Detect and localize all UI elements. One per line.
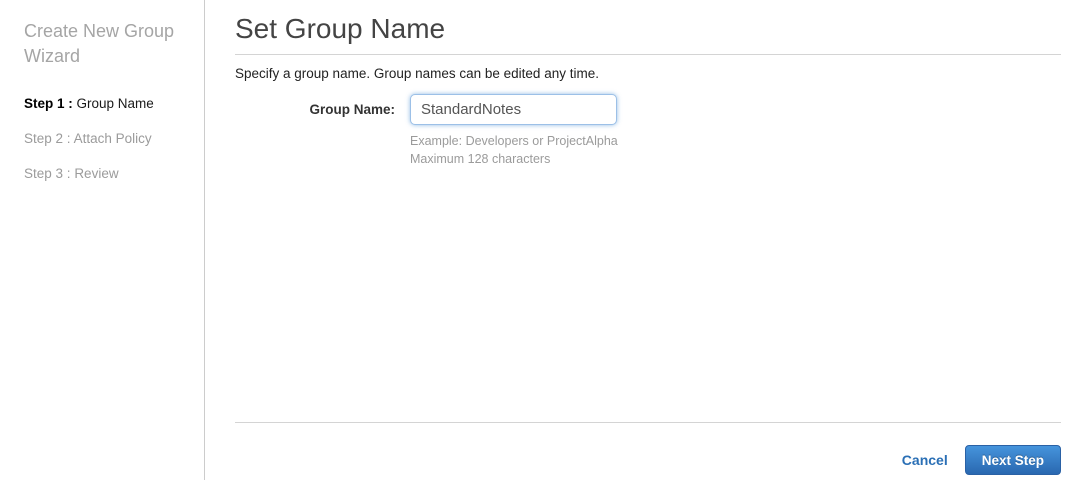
step-3-label: Review [74, 166, 119, 181]
step-3-prefix: Step 3 : [24, 166, 71, 181]
group-name-form-row: Group Name: Example: Developers or Proje… [235, 94, 1061, 168]
step-1-prefix: Step 1 : [24, 96, 73, 111]
wizard-title: Create New Group Wizard [24, 21, 175, 66]
next-step-button[interactable]: Next Step [964, 445, 1061, 475]
create-group-wizard-page: Create New Group Wizard Step 1 : Group N… [0, 0, 1073, 480]
group-name-label: Group Name: [309, 102, 395, 117]
sidebar-step-3-review[interactable]: Step 3 : Review [24, 166, 194, 181]
footer-actions: Cancel Next Step [235, 423, 1061, 480]
heading-divider [235, 54, 1061, 55]
group-name-input[interactable] [410, 94, 617, 125]
cancel-button[interactable]: Cancel [902, 452, 948, 468]
page-title: Set Group Name [235, 13, 446, 44]
step-2-prefix: Step 2 : [24, 131, 71, 146]
page-description: Specify a group name. Group names can be… [235, 66, 599, 81]
wizard-footer: Cancel Next Step [235, 422, 1061, 480]
group-name-hint-example: Example: Developers or ProjectAlpha [410, 134, 618, 148]
group-name-input-column: Example: Developers or ProjectAlpha Maxi… [410, 94, 618, 168]
wizard-content: Set Group Name Specify a group name. Gro… [205, 0, 1073, 480]
sidebar-step-1-group-name[interactable]: Step 1 : Group Name [24, 96, 194, 111]
sidebar-step-2-attach-policy[interactable]: Step 2 : Attach Policy [24, 131, 194, 146]
step-1-label: Group Name [76, 96, 154, 111]
group-name-hint-max-length: Maximum 128 characters [410, 152, 551, 166]
wizard-sidebar: Create New Group Wizard Step 1 : Group N… [0, 0, 205, 480]
step-2-label: Attach Policy [73, 131, 152, 146]
wizard-steps: Step 1 : Group Name Step 2 : Attach Poli… [24, 96, 194, 181]
